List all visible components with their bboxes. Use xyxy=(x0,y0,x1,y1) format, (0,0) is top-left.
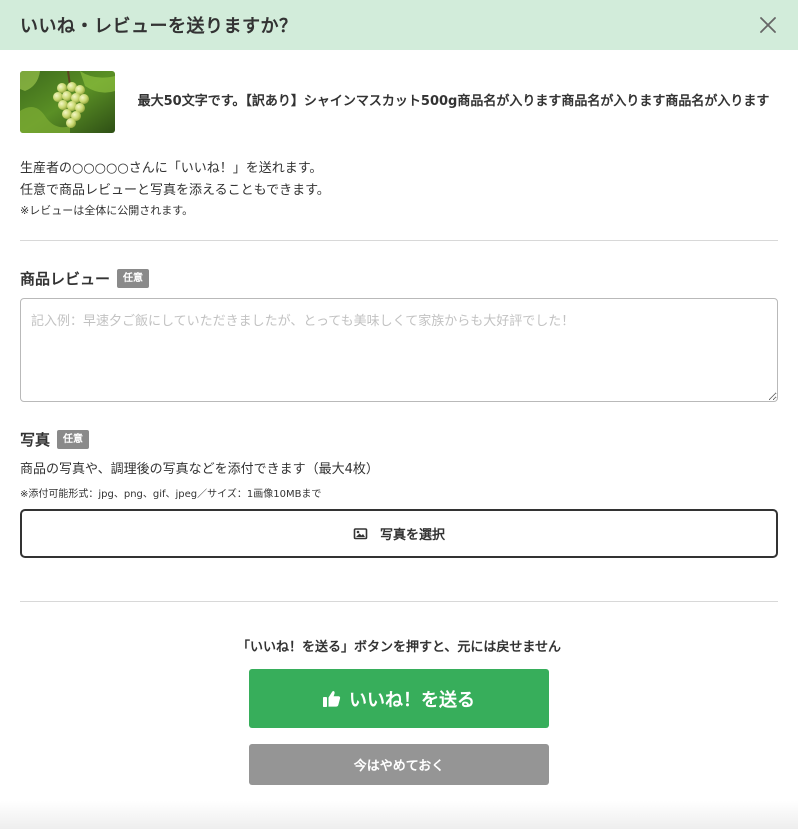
review-label: 商品レビュー 任意 xyxy=(20,268,778,289)
close-icon xyxy=(760,17,776,33)
modal-body: 最大50文字です。【訳あり】シャインマスカット500g商品名が入ります商品名が入… xyxy=(0,71,798,785)
modal-header: いいね・レビューを送りますか？ xyxy=(0,0,798,50)
divider xyxy=(20,601,778,602)
photo-description: 商品の写真や、調理後の写真などを添付できます（最大4枚） xyxy=(20,462,379,477)
review-textarea[interactable] xyxy=(20,298,778,402)
photo-formats-note: ※添付可能形式：jpg、png、gif、jpeg／サイズ：1画像10MBまで xyxy=(20,489,322,500)
photo-label-text: 写真 xyxy=(20,431,51,449)
product-name: 最大50文字です。【訳あり】シャインマスカット500g商品名が入ります商品名が入… xyxy=(137,94,770,109)
send-like-button[interactable]: いいね！を送る xyxy=(249,669,549,728)
intro-line-2: 任意で商品レビューと写真を添えることもできます。 xyxy=(20,183,330,198)
product-image xyxy=(20,71,115,133)
optional-badge: 任意 xyxy=(117,269,150,288)
intro-note: ※レビューは全体に公開されます。 xyxy=(20,204,194,217)
product-row: 最大50文字です。【訳あり】シャインマスカット500g商品名が入ります商品名が入… xyxy=(20,71,778,133)
photo-label: 写真 任意 xyxy=(20,429,778,450)
select-photo-label: 写真を選択 xyxy=(379,528,445,543)
bottom-fade xyxy=(0,801,798,829)
modal-title: いいね・レビューを送りますか？ xyxy=(20,16,298,37)
thumbs-up-icon xyxy=(323,691,341,707)
review-modal: いいね・レビューを送りますか？ 最大50文字です。【訳あり】シャインマスカット5… xyxy=(0,0,798,829)
cancel-button[interactable]: 今はやめておく xyxy=(249,744,549,785)
close-button[interactable] xyxy=(756,13,780,37)
intro-text: 生産者の○○○○○さんに「いいね！」を送れます。 任意で商品レビューと写真を添え… xyxy=(20,158,778,220)
divider xyxy=(20,240,778,241)
select-photo-button[interactable]: 写真を選択 xyxy=(20,509,778,558)
review-label-text: 商品レビュー xyxy=(20,270,111,288)
cancel-label: 今はやめておく xyxy=(353,759,445,774)
send-like-label: いいね！を送る xyxy=(349,689,475,711)
intro-line-1: 生産者の○○○○○さんに「いいね！」を送れます。 xyxy=(20,161,323,176)
grape-image xyxy=(20,71,115,133)
image-icon xyxy=(353,528,368,540)
warning-text: 「いいね！を送る」ボタンを押すと、元には戻せません xyxy=(236,640,562,655)
optional-badge: 任意 xyxy=(57,430,90,449)
